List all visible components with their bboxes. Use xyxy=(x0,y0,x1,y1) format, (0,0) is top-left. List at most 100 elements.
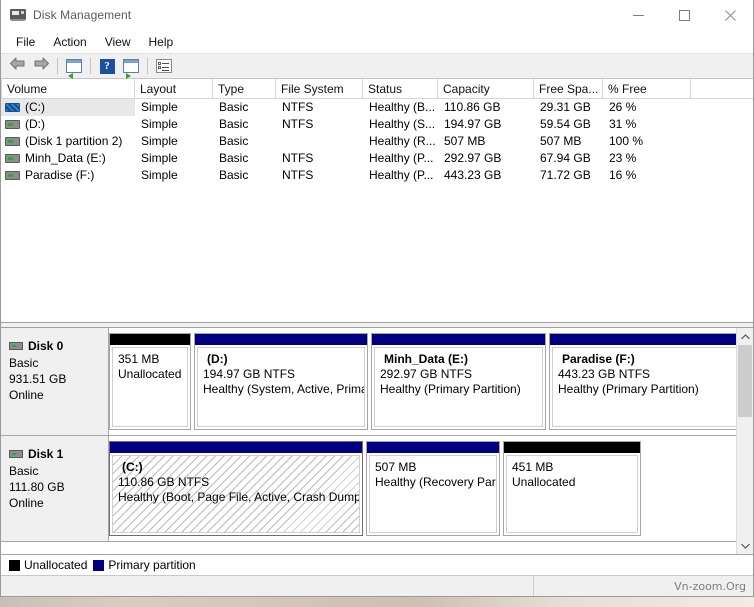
disk-status-label: Online xyxy=(9,388,44,402)
cell-type: Basic xyxy=(219,151,249,165)
table-row[interactable]: (D:) Simple Basic NTFS Healthy (S... 194.97 G… xyxy=(1,116,753,133)
toolbar-separator xyxy=(90,58,91,74)
graphical-disk-pane: Disk 0 Basic 931.51 GB Online 351 MB Unalloca… xyxy=(1,328,753,554)
column-header-layout[interactable]: Layout xyxy=(135,79,213,99)
cell-type: Basic xyxy=(219,168,249,182)
scroll-up-arrow-icon[interactable] xyxy=(737,328,753,345)
partition-details: (D:) 194.97 GB NTFS Healthy (System, Activ… xyxy=(197,347,365,427)
arrow-right-icon xyxy=(33,57,50,75)
legend: Unallocated Primary partition xyxy=(1,554,753,575)
maximize-button[interactable] xyxy=(661,0,707,31)
cell-volume: (Disk 1 partition 2) xyxy=(1,133,135,150)
partition-block[interactable]: 351 MB Unallocated xyxy=(109,333,191,430)
partition-block[interactable]: Minh_Data (E:) 292.97 GB NTFS Healthy (Pri… xyxy=(371,333,546,430)
partition-block[interactable]: 507 MB Healthy (Recovery Part xyxy=(366,441,500,536)
cell-type: Basic xyxy=(219,134,249,148)
cell-filesystem: NTFS xyxy=(282,151,314,165)
partition-block[interactable]: (D:) 194.97 GB NTFS Healthy (System, Activ… xyxy=(194,333,368,430)
partition-line1: 194.97 GB NTFS xyxy=(203,367,296,381)
cell-free_space: 71.72 GB xyxy=(540,168,591,182)
table-row[interactable]: (C:) Simple Basic NTFS Healthy (B... 110.86 G… xyxy=(1,99,753,116)
menu-view[interactable]: View xyxy=(96,32,140,52)
disk-title: Disk 1 xyxy=(9,446,108,462)
console-tree-icon xyxy=(66,59,82,79)
partition-line2: Healthy (Recovery Part xyxy=(375,475,497,489)
cell-volume-label: (D:) xyxy=(25,117,45,131)
partition-block[interactable]: 451 MB Unallocated xyxy=(503,441,641,536)
toolbar-separator xyxy=(147,58,148,74)
menu-help[interactable]: Help xyxy=(140,32,183,52)
menu-file[interactable]: File xyxy=(7,32,44,52)
disk-size-label: 931.51 GB xyxy=(9,372,67,386)
volume-list-rows: (C:) Simple Basic NTFS Healthy (B... 110.86 G… xyxy=(1,99,753,184)
help-button[interactable]: ? xyxy=(95,55,119,77)
cell-volume-label: (C:) xyxy=(25,100,45,114)
disk-info-panel[interactable]: Disk 1 Basic 111.80 GB Online xyxy=(1,436,109,541)
column-header-status[interactable]: Status xyxy=(363,79,438,99)
status-bar: Vn-zoom.Org xyxy=(1,575,753,596)
partition-line1: 292.97 GB NTFS xyxy=(380,367,473,381)
toolbar: ? xyxy=(1,53,753,79)
cell-percent_free: 23 % xyxy=(609,151,637,165)
partition-color-bar xyxy=(110,442,362,453)
partition-block[interactable]: Paradise (F:) 443.23 GB NTFS Healthy (Prim… xyxy=(549,333,736,430)
column-header-type[interactable]: Type xyxy=(213,79,276,99)
partition-label: Minh_Data (E:) xyxy=(384,352,468,366)
cell-capacity: 110.86 GB xyxy=(444,100,501,114)
menu-action[interactable]: Action xyxy=(44,32,95,52)
table-row[interactable]: Paradise (F:) Simple Basic NTFS Healthy (P..… xyxy=(1,167,753,184)
forward-button[interactable] xyxy=(29,55,53,77)
show-hide-action-pane-button[interactable] xyxy=(119,55,143,79)
cell-percent_free: 31 % xyxy=(609,117,637,131)
window-controls xyxy=(615,0,753,31)
disk-type-label: Basic xyxy=(9,356,39,370)
disk-name-label: Disk 0 xyxy=(28,339,64,353)
show-hide-console-tree-button[interactable] xyxy=(62,55,86,79)
cell-percent_free: 16 % xyxy=(609,168,637,182)
partition-strip: 351 MB Unallocated (D:) 194.97 GB NTFS Healt… xyxy=(109,328,736,435)
properties-button[interactable] xyxy=(152,55,176,77)
disk-management-window: Disk Management File Action View Help ? … xyxy=(0,0,754,597)
column-header-volume[interactable]: Volume xyxy=(1,79,135,99)
partition-block[interactable]: (C:) 110.86 GB NTFS Healthy (Boot, Page Fi… xyxy=(109,441,363,536)
column-header-spacer[interactable] xyxy=(691,79,753,99)
cell-volume: (D:) xyxy=(1,116,135,133)
scrollbar-thumb[interactable] xyxy=(738,345,752,417)
partition-line1: 351 MB xyxy=(118,352,160,366)
disk-row: Disk 0 Basic 931.51 GB Online 351 MB Unalloca… xyxy=(1,328,736,436)
partition-line2: Healthy (Primary Partition) xyxy=(380,382,521,396)
table-row[interactable]: Minh_Data (E:) Simple Basic NTFS Healthy (P.… xyxy=(1,150,753,167)
column-header-free_space[interactable]: Free Spa... xyxy=(534,79,603,99)
partition-line1: 451 MB xyxy=(512,460,554,474)
arrow-left-icon xyxy=(9,57,26,75)
cell-layout: Simple xyxy=(141,117,178,131)
column-header-capacity[interactable]: Capacity xyxy=(438,79,534,99)
volume-icon xyxy=(5,154,20,163)
status-bar-left-cell xyxy=(1,576,534,596)
partition-line2: Unallocated xyxy=(512,475,576,489)
scrollbar-track[interactable] xyxy=(737,345,753,537)
volume-icon xyxy=(5,120,20,129)
primary-partition-swatch-icon xyxy=(93,559,105,571)
partition-line2: Healthy (Primary Partition) xyxy=(558,382,699,396)
column-header-percent_free[interactable]: % Free xyxy=(603,79,691,99)
partition-line1: 507 MB xyxy=(375,460,417,474)
close-button[interactable] xyxy=(707,0,753,31)
disk-info-panel[interactable]: Disk 0 Basic 931.51 GB Online xyxy=(1,328,109,435)
cell-volume: (C:) xyxy=(1,99,135,116)
minimize-button[interactable] xyxy=(615,0,661,31)
partition-line2: Healthy (System, Active, Prima xyxy=(203,382,365,396)
cell-layout: Simple xyxy=(141,151,178,165)
disk-pane-scrollbar[interactable] xyxy=(736,328,753,554)
partition-label: (C:) xyxy=(122,460,143,474)
back-button[interactable] xyxy=(5,55,29,77)
volume-icon-selected xyxy=(5,103,20,112)
table-row[interactable]: (Disk 1 partition 2) Simple Basic Healthy (… xyxy=(1,133,753,150)
scroll-down-arrow-icon[interactable] xyxy=(737,537,753,554)
cell-free_space: 67.94 GB xyxy=(540,151,591,165)
cell-volume-label: (Disk 1 partition 2) xyxy=(25,134,123,148)
column-header-filesystem[interactable]: File System xyxy=(276,79,363,99)
cell-status: Healthy (P... xyxy=(369,168,434,182)
disk-title: Disk 0 xyxy=(9,338,108,354)
disk-row: Disk 1 Basic 111.80 GB Online (C:) 110.86 GB … xyxy=(1,436,736,542)
